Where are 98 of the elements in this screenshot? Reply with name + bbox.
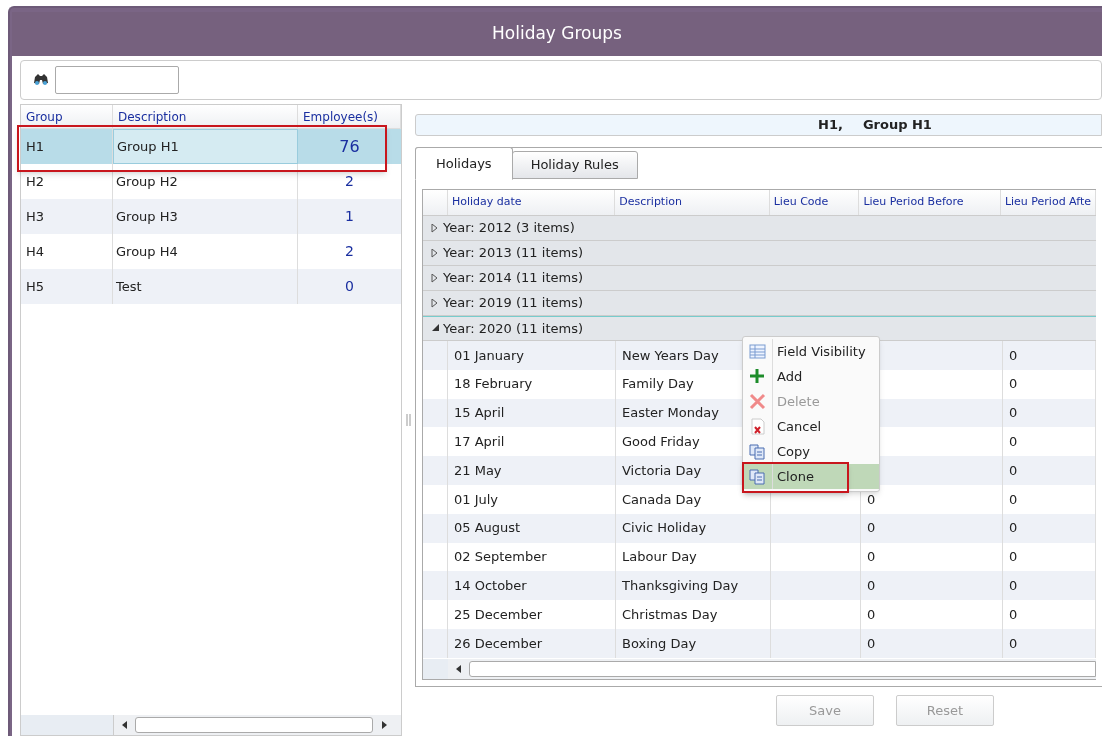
expand-icon[interactable]	[431, 298, 440, 308]
column-header[interactable]: Lieu Period Afte	[1004, 194, 1091, 211]
group-row[interactable]: Year: 2013 (11 items)	[423, 241, 1096, 266]
group-label: Year: 2020 (11 items)	[443, 319, 583, 338]
table-cell-text: Boxing Day	[622, 634, 697, 653]
x-icon	[749, 393, 766, 410]
plus-icon	[749, 368, 766, 385]
scroll-left-icon[interactable]	[122, 721, 127, 729]
scroll-thumb[interactable]	[469, 661, 1096, 677]
copy-icon	[749, 468, 766, 485]
table-cell-text: 0	[1009, 346, 1018, 365]
table-cell-text: Christmas Day	[622, 605, 718, 624]
table-cell-text: Easter Monday	[622, 404, 719, 423]
table-cell-text: 2	[344, 242, 355, 261]
group-row[interactable]: Year: 2012 (3 items)	[423, 216, 1096, 241]
table-cell-text: 0	[1009, 548, 1018, 567]
table-cell-text: Labour Day	[622, 548, 697, 567]
search-field[interactable]	[55, 66, 179, 94]
table-cell-text: Victoria Day	[622, 461, 702, 480]
grid-icon	[749, 343, 766, 360]
table-cell-text: 05 August	[454, 519, 521, 538]
binoculars-icon	[33, 74, 49, 86]
table-cell: H5	[21, 269, 113, 304]
table-cell-text: 01 July	[454, 490, 499, 509]
table-cell-text: 0	[1009, 634, 1018, 653]
table-cell-text: 0	[867, 548, 876, 567]
column-header[interactable]: Lieu Period Before	[863, 194, 964, 211]
table-cell-text: 01 January	[454, 346, 524, 365]
table-row[interactable]: H1 Group H1 76	[21, 129, 401, 164]
expand-icon[interactable]	[431, 248, 440, 258]
table-cell-text: 0	[1009, 577, 1018, 595]
horizontal-scrollbar[interactable]	[448, 659, 1096, 679]
table-cell-text: 0	[867, 605, 876, 624]
table-cell-text: Good Friday	[622, 433, 700, 452]
table-cell-text: 0	[867, 634, 876, 653]
table-cell-text: 15 April	[454, 404, 505, 423]
group-label: Year: 2012 (3 items)	[443, 219, 575, 238]
column-header[interactable]: Employee(s)	[303, 107, 379, 126]
table-row[interactable]: H5 Test 0	[21, 269, 401, 304]
splitter-grip-icon[interactable]	[406, 414, 411, 426]
table-cell: Group H1	[113, 129, 298, 164]
table-cell-text: 0	[344, 277, 355, 296]
group-name: Group H1	[862, 116, 932, 135]
table-cell-text: 0	[1009, 433, 1018, 452]
scroll-thumb[interactable]	[135, 717, 373, 733]
menu-item[interactable]: Field Visibility	[743, 339, 879, 364]
table-cell-text: 76	[338, 135, 361, 158]
table-cell-text: 18 February	[454, 375, 533, 394]
scroll-right-icon[interactable]	[382, 721, 387, 729]
collapse-icon[interactable]	[431, 324, 440, 333]
group-label: Year: 2014 (11 items)	[443, 269, 583, 288]
group-row[interactable]: Year: 2019 (11 items)	[423, 291, 1096, 316]
group-label: Year: 2013 (11 items)	[443, 244, 583, 263]
expand-icon[interactable]	[431, 223, 440, 233]
window-title: Holiday Groups	[491, 22, 623, 46]
table-cell-text: Thanksgiving Day	[622, 577, 739, 595]
table-cell-text: 02 September	[454, 548, 547, 567]
table-cell-text: Canada Day	[622, 490, 702, 509]
table-cell-text: 2	[344, 172, 355, 191]
table-cell-text: 0	[867, 577, 876, 595]
table-cell-text: 0	[1009, 605, 1018, 624]
table-cell-text: Family Day	[622, 375, 694, 394]
table-cell-text: 0	[1009, 404, 1018, 423]
menu-item[interactable]: Add	[743, 364, 879, 389]
table-cell-text: 25 December	[454, 605, 543, 624]
table-cell-text: 14 October	[454, 577, 527, 595]
table-cell-text: 17 April	[454, 433, 505, 452]
expand-icon[interactable]	[431, 273, 440, 283]
column-header[interactable]: Description	[118, 107, 187, 126]
tab[interactable]: Holiday Rules	[511, 151, 638, 179]
table-cell: Test	[113, 269, 298, 304]
table-cell-text: 26 December	[454, 634, 543, 653]
table-cell-text: 0	[867, 490, 876, 509]
column-header[interactable]: Lieu Code	[773, 194, 829, 211]
table-row[interactable]: H3 Group H3 1	[21, 199, 401, 234]
table-cell-text: 1	[344, 207, 355, 226]
horizontal-scrollbar[interactable]	[113, 715, 401, 735]
table-cell-text: 21 May	[454, 461, 502, 480]
table-cell-text: 0	[1009, 519, 1018, 538]
column-header[interactable]: Holiday date	[451, 194, 522, 211]
table-cell-text: 0	[867, 519, 876, 538]
table-cell-text: 0	[1009, 490, 1018, 509]
column-header[interactable]: Description	[619, 194, 682, 211]
group-row[interactable]: Year: 2020 (11 items)	[423, 316, 1096, 341]
menu-item[interactable]: Clone	[743, 464, 879, 489]
copy-icon	[749, 443, 766, 460]
scroll-left-icon[interactable]	[456, 665, 461, 673]
group-label: Year: 2019 (11 items)	[443, 294, 583, 313]
table-cell-text: 0	[1009, 461, 1018, 480]
menu-item[interactable]: Cancel	[743, 414, 879, 439]
column-header[interactable]: Group	[26, 107, 63, 126]
page-x-icon	[749, 418, 766, 435]
table-cell-text: New Years Day	[622, 346, 719, 365]
table-cell-text: 0	[1009, 375, 1018, 394]
tab[interactable]: Holidays	[415, 147, 513, 180]
group-row[interactable]: Year: 2014 (11 items)	[423, 266, 1096, 291]
table-cell-text: Civic Holiday	[622, 519, 707, 538]
group-code: H1,	[818, 116, 843, 135]
